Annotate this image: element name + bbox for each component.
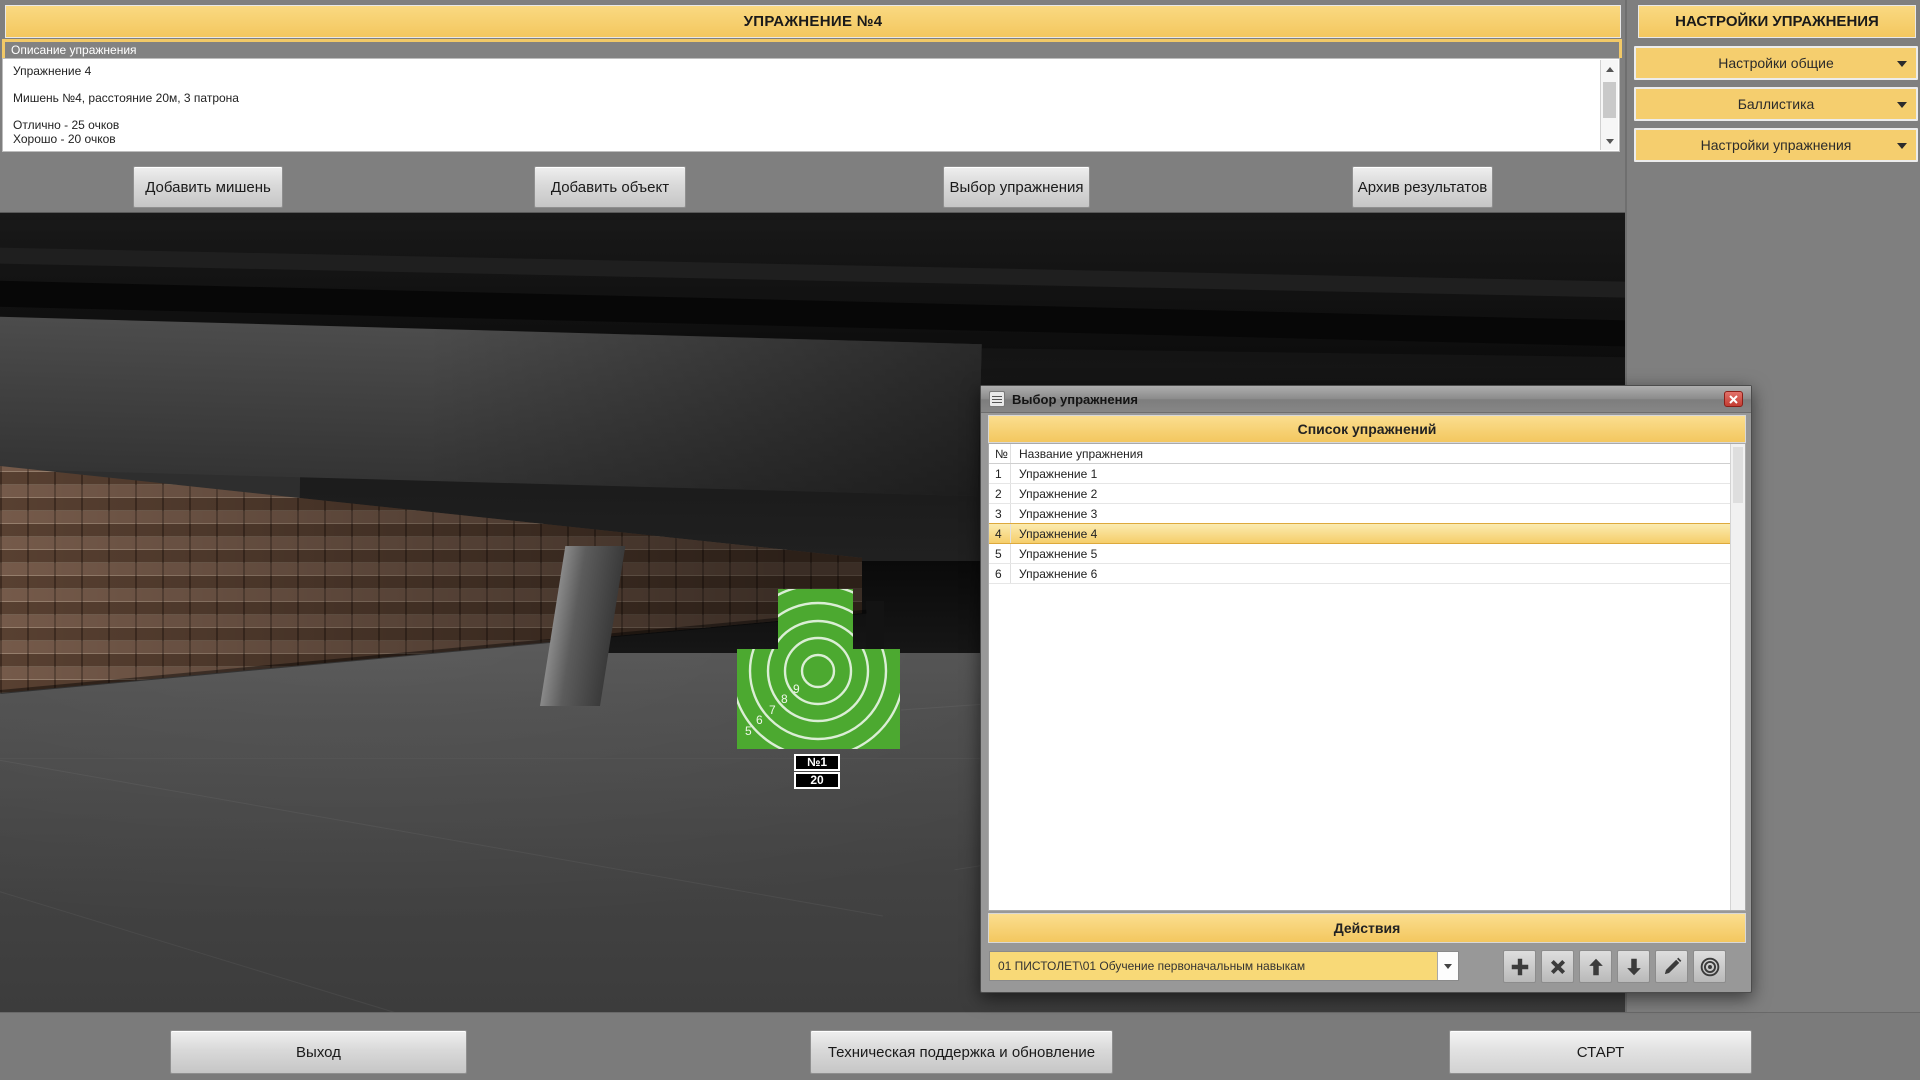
add-object-button[interactable]: Добавить объект (534, 166, 686, 208)
row-num: 2 (989, 484, 1011, 503)
results-archive-button[interactable]: Архив результатов (1352, 166, 1493, 208)
column-name: Название упражнения (1011, 447, 1143, 461)
exit-button[interactable]: Выход (170, 1030, 467, 1074)
arrow-up-icon (1585, 956, 1607, 978)
dialog-actions: 01 ПИСТОЛЕТ\01 Обучение первоначальным н… (988, 947, 1746, 987)
close-icon[interactable] (1724, 391, 1743, 407)
chevron-down-icon (1897, 61, 1907, 67)
app-window: УПРАЖНЕНИЕ №4 Описание упражнения Упражн… (0, 0, 1920, 1080)
arrow-down-icon (1623, 956, 1645, 978)
actions-header: Действия (988, 913, 1746, 943)
support-update-button[interactable]: Техническая поддержка и обновление (810, 1030, 1113, 1074)
select-exercise-button[interactable]: Выбор упражнения (943, 166, 1090, 208)
row-name: Упражнение 4 (1011, 527, 1097, 541)
target-distance-tag: 20 (794, 772, 840, 789)
dialog-title: Выбор упражнения (1012, 392, 1138, 407)
exercise-row[interactable]: 3 Упражнение 3 (989, 504, 1730, 524)
description-line (13, 106, 1595, 120)
description-label: Описание упражнения (2, 39, 1622, 58)
sidebar-button-label: Настройки общие (1718, 55, 1833, 71)
target-icon (1699, 956, 1721, 978)
chevron-down-icon[interactable] (1437, 952, 1458, 980)
dialog-titlebar[interactable]: Выбор упражнения (981, 386, 1751, 413)
description-line (13, 79, 1595, 93)
row-name: Упражнение 3 (1011, 507, 1097, 521)
exercise-list: № Название упражнения 1 Упражнение 1 2 У… (988, 443, 1746, 911)
list-header-row: № Название упражнения (989, 444, 1730, 464)
delete-button[interactable] (1541, 950, 1574, 983)
exercise-select-dialog: Выбор упражнения Список упражнений № Наз… (980, 385, 1752, 993)
description-line: Отлично - 25 очков (13, 119, 1595, 133)
exercise-row[interactable]: 1 Упражнение 1 (989, 464, 1730, 484)
exercise-category-select[interactable]: 01 ПИСТОЛЕТ\01 Обучение первоначальным н… (989, 951, 1459, 981)
sidebar-title: НАСТРОЙКИ УПРАЖНЕНИЯ (1638, 5, 1916, 38)
sidebar-button-label: Настройки упражнения (1701, 137, 1852, 153)
target-button[interactable] (1693, 950, 1726, 983)
row-num: 4 (989, 524, 1011, 543)
sidebar-button-general-settings[interactable]: Настройки общие (1634, 46, 1918, 80)
ring-number: 6 (756, 713, 763, 727)
shooting-target[interactable]: 9 8 7 6 5 (735, 587, 903, 753)
row-num: 1 (989, 464, 1011, 483)
list-header: Список упражнений (988, 415, 1746, 443)
row-name: Упражнение 2 (1011, 487, 1097, 501)
target-number-tag: №1 (794, 754, 840, 771)
ring-number: 9 (793, 682, 800, 696)
description-line: Мишень №4, расстояние 20м, 3 патрона (13, 92, 1595, 106)
list-scrollbar[interactable] (1730, 444, 1745, 910)
exercise-row[interactable]: 6 Упражнение 6 (989, 564, 1730, 584)
edit-button[interactable] (1655, 950, 1688, 983)
move-down-button[interactable] (1617, 950, 1650, 983)
combo-value: 01 ПИСТОЛЕТ\01 Обучение первоначальным н… (990, 959, 1437, 973)
move-up-button[interactable] (1579, 950, 1612, 983)
description-scrollbar[interactable] (1600, 60, 1618, 150)
exercise-row[interactable]: 2 Упражнение 2 (989, 484, 1730, 504)
scroll-down-icon[interactable] (1601, 134, 1618, 148)
row-name: Упражнение 1 (1011, 467, 1097, 481)
ring-number: 8 (781, 692, 788, 706)
add-button[interactable] (1503, 950, 1536, 983)
sidebar-button-ballistics[interactable]: Баллистика (1634, 87, 1918, 121)
row-num: 3 (989, 504, 1011, 523)
x-icon (1547, 956, 1569, 978)
row-name: Упражнение 6 (1011, 567, 1097, 581)
sidebar-button-label: Баллистика (1738, 96, 1815, 112)
scroll-up-icon[interactable] (1601, 62, 1618, 76)
pencil-icon (1661, 956, 1683, 978)
row-num: 6 (989, 564, 1011, 583)
scrollbar-thumb[interactable] (1603, 82, 1616, 118)
ring-number: 5 (745, 724, 752, 738)
description-text-area[interactable]: Упражнение 4 Мишень №4, расстояние 20м, … (2, 58, 1620, 152)
chevron-down-icon (1897, 102, 1907, 108)
target-tags: №1 20 (794, 754, 840, 789)
sidebar-button-exercise-settings[interactable]: Настройки упражнения (1634, 128, 1918, 162)
column-num: № (989, 444, 1011, 463)
footer-bar: Выход Техническая поддержка и обновление… (0, 1012, 1920, 1080)
start-button[interactable]: СТАРТ (1449, 1030, 1752, 1074)
window-icon (989, 391, 1005, 407)
scrollbar-thumb[interactable] (1733, 447, 1743, 503)
page-title: УПРАЖНЕНИЕ №4 (5, 5, 1621, 38)
ceiling-slab (0, 316, 982, 496)
description-line: Хорошо - 20 очков (13, 133, 1595, 147)
plus-icon (1509, 956, 1531, 978)
row-num: 5 (989, 544, 1011, 563)
add-target-button[interactable]: Добавить мишень (133, 166, 283, 208)
chevron-down-icon (1897, 143, 1907, 149)
exercise-row-selected[interactable]: 4 Упражнение 4 (989, 523, 1730, 544)
exercise-row[interactable]: 5 Упражнение 5 (989, 544, 1730, 564)
ring-number: 7 (769, 703, 776, 717)
row-name: Упражнение 5 (1011, 547, 1097, 561)
description-line: Упражнение 4 (13, 65, 1595, 79)
